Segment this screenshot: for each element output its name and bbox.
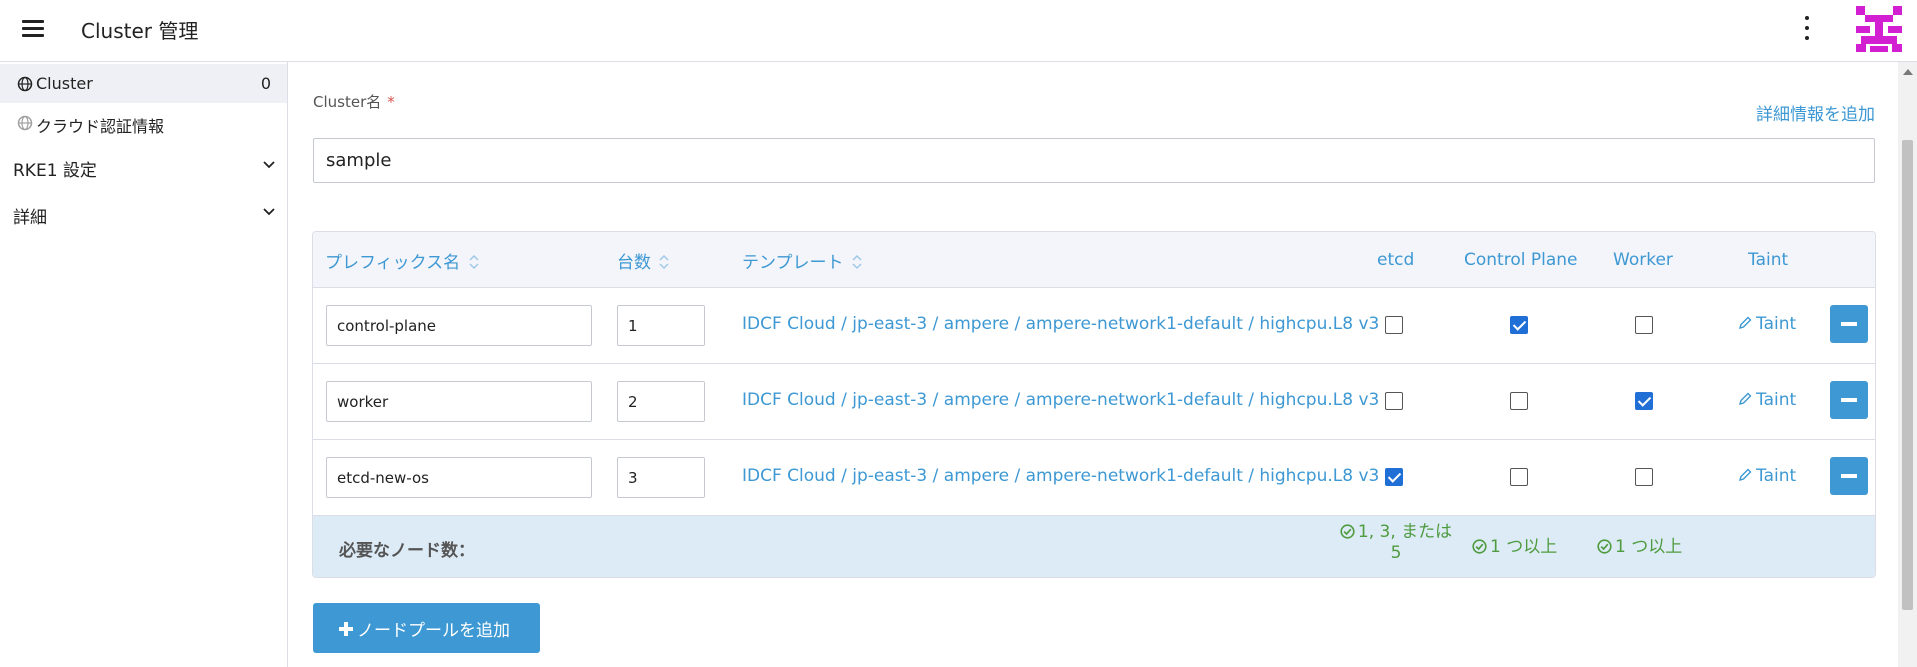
header-template[interactable]: テンプレート xyxy=(742,248,862,273)
plus-icon xyxy=(339,622,353,636)
add-detail-link[interactable]: 詳細情報を追加 xyxy=(1756,100,1875,125)
taint-link[interactable]: Taint xyxy=(1738,390,1796,410)
worker-checkbox[interactable] xyxy=(1635,392,1653,410)
taint-label: Taint xyxy=(1756,390,1797,410)
required-nodes-footer: 必要なノード数： 1, 3, または 5 1 つ以上 1 つ以上 xyxy=(313,516,1875,577)
prefix-input[interactable] xyxy=(326,381,592,422)
minus-icon xyxy=(1841,474,1857,478)
taint-label: Taint xyxy=(1756,466,1797,486)
control-plane-requirement-text: 1 つ以上 xyxy=(1490,537,1558,557)
sort-icon xyxy=(659,254,669,270)
header-taint: Taint xyxy=(1748,250,1789,270)
vertical-ellipsis-icon[interactable] xyxy=(1800,14,1814,42)
avatar[interactable] xyxy=(1856,6,1902,52)
count-input[interactable] xyxy=(617,457,705,498)
page-title: Cluster 管理 xyxy=(81,19,199,43)
table-row: IDCF Cloud / jp-east-3 / ampere / ampere… xyxy=(313,440,1875,516)
remove-pool-button[interactable] xyxy=(1830,381,1868,419)
cluster-name-label-text: Cluster名 xyxy=(313,93,382,111)
etcd-requirement-line2: 5 xyxy=(1390,543,1402,563)
remove-pool-button[interactable] xyxy=(1830,305,1868,343)
remove-pool-button[interactable] xyxy=(1830,457,1868,495)
minus-icon xyxy=(1841,322,1857,326)
table-row: IDCF Cloud / jp-east-3 / ampere / ampere… xyxy=(313,288,1875,364)
sidebar-item-cloud-credentials[interactable]: クラウド認証情報 xyxy=(0,103,287,142)
add-node-pool-label: ノードプールを追加 xyxy=(357,621,510,641)
globe-icon xyxy=(17,115,33,131)
etcd-checkbox[interactable] xyxy=(1385,468,1403,486)
prefix-input[interactable] xyxy=(326,457,592,498)
pencil-icon xyxy=(1738,468,1752,482)
count-input[interactable] xyxy=(617,381,705,422)
chevron-down-icon xyxy=(263,208,275,216)
etcd-requirement: 1, 3, または 5 xyxy=(1336,522,1456,564)
header-etcd: etcd xyxy=(1377,250,1415,270)
taint-link[interactable]: Taint xyxy=(1738,314,1796,334)
sidebar-group-label: RKE1 設定 xyxy=(13,161,97,181)
count-input[interactable] xyxy=(617,305,705,346)
control-plane-checkbox[interactable] xyxy=(1510,316,1528,334)
scroll-thumb[interactable] xyxy=(1902,140,1913,610)
worker-checkbox[interactable] xyxy=(1635,316,1653,334)
check-circle-icon xyxy=(1597,539,1612,554)
sidebar-item-label: クラウド認証情報 xyxy=(36,117,165,136)
sort-icon xyxy=(469,254,479,270)
control-plane-checkbox[interactable] xyxy=(1510,392,1528,410)
scroll-up-arrow-icon[interactable] xyxy=(1903,69,1913,75)
etcd-checkbox[interactable] xyxy=(1385,392,1403,410)
header-prefix-label: プレフィックス名 xyxy=(325,253,461,273)
worker-requirement: 1 つ以上 xyxy=(1597,532,1682,557)
sort-icon xyxy=(852,254,862,270)
etcd-requirement-line1: 1, 3, または xyxy=(1357,522,1453,542)
minus-icon xyxy=(1841,398,1857,402)
taint-label: Taint xyxy=(1756,314,1797,334)
sidebar-group-details[interactable]: 詳細 xyxy=(0,193,287,233)
table-row: IDCF Cloud / jp-east-3 / ampere / ampere… xyxy=(313,364,1875,440)
table-header: プレフィックス名 台数 テンプレート etcd Control Plane Wo… xyxy=(313,232,1875,288)
cluster-count: 0 xyxy=(260,74,271,93)
required-nodes-label: 必要なノード数： xyxy=(339,541,475,561)
pencil-icon xyxy=(1738,316,1752,330)
top-header: Cluster 管理 xyxy=(0,0,1917,62)
sidebar-item-label: Cluster xyxy=(36,74,93,93)
chevron-down-icon xyxy=(263,161,275,169)
control-plane-checkbox[interactable] xyxy=(1510,468,1528,486)
sidebar-group-label: 詳細 xyxy=(13,208,47,228)
control-plane-requirement: 1 つ以上 xyxy=(1472,532,1557,557)
globe-icon xyxy=(17,76,33,92)
sidebar-item-cluster[interactable]: Cluster 0 xyxy=(0,64,287,103)
vertical-scrollbar[interactable] xyxy=(1898,62,1917,667)
sidebar: Cluster 0 クラウド認証情報 RKE1 設定 詳細 xyxy=(0,62,288,667)
cluster-name-input[interactable] xyxy=(313,138,1875,183)
template-link[interactable]: IDCF Cloud / jp-east-3 / ampere / ampere… xyxy=(742,314,1379,334)
check-circle-icon xyxy=(1340,524,1355,539)
add-node-pool-button[interactable]: ノードプールを追加 xyxy=(313,603,540,653)
header-control-plane: Control Plane xyxy=(1464,250,1578,270)
template-link[interactable]: IDCF Cloud / jp-east-3 / ampere / ampere… xyxy=(742,466,1379,486)
taint-link[interactable]: Taint xyxy=(1738,466,1796,486)
sidebar-group-rke1-settings[interactable]: RKE1 設定 xyxy=(0,146,287,186)
pencil-icon xyxy=(1738,392,1752,406)
header-count-label: 台数 xyxy=(617,253,651,273)
worker-requirement-text: 1 つ以上 xyxy=(1615,537,1683,557)
header-prefix[interactable]: プレフィックス名 xyxy=(325,248,479,273)
header-count[interactable]: 台数 xyxy=(617,248,669,273)
hamburger-menu-icon[interactable] xyxy=(20,18,46,38)
required-mark: * xyxy=(387,93,395,111)
prefix-input[interactable] xyxy=(326,305,592,346)
etcd-checkbox[interactable] xyxy=(1385,316,1403,334)
check-circle-icon xyxy=(1472,539,1487,554)
template-link[interactable]: IDCF Cloud / jp-east-3 / ampere / ampere… xyxy=(742,390,1379,410)
worker-checkbox[interactable] xyxy=(1635,468,1653,486)
header-template-label: テンプレート xyxy=(742,253,844,273)
cluster-name-label: Cluster名 * xyxy=(313,91,395,112)
node-pool-table: プレフィックス名 台数 テンプレート etcd Control Plane Wo… xyxy=(312,231,1876,578)
header-worker: Worker xyxy=(1613,250,1673,270)
